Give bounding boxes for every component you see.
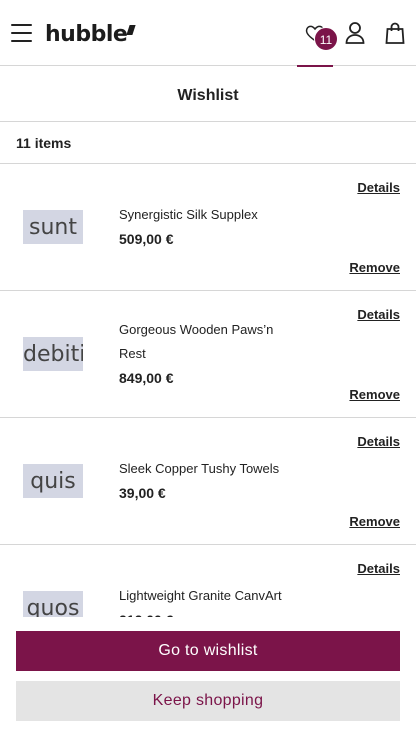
list-item: Details sunt Synergistic Silk Supplex 50… (0, 164, 416, 291)
product-price: 509,00 € (119, 231, 174, 247)
keep-shopping-button[interactable]: Keep shopping (16, 681, 400, 721)
logo-text: hubble (45, 22, 128, 47)
page-title: Wishlist (177, 87, 239, 104)
cart-button[interactable] (385, 22, 405, 44)
details-link[interactable]: Details (357, 561, 400, 576)
wishlist-footer: Go to wishlist Keep shopping (0, 617, 416, 738)
product-thumbnail[interactable]: debitis (23, 337, 83, 371)
details-link[interactable]: Details (357, 180, 400, 195)
go-to-wishlist-button[interactable]: Go to wishlist (16, 631, 400, 671)
product-name[interactable]: Sleek Copper Tushy Towels (119, 457, 289, 481)
wishlist-items: Details sunt Synergistic Silk Supplex 50… (0, 164, 416, 672)
wishlist-button[interactable]: 11 (297, 0, 338, 67)
logo-mark (126, 25, 136, 35)
account-button[interactable] (345, 22, 365, 44)
product-thumbnail[interactable]: sunt (23, 210, 83, 244)
remove-link[interactable]: Remove (349, 260, 400, 275)
details-link[interactable]: Details (357, 307, 400, 322)
product-price: 849,00 € (119, 370, 174, 386)
user-icon (345, 22, 365, 44)
remove-link[interactable]: Remove (349, 514, 400, 529)
product-price: 39,00 € (119, 485, 166, 501)
details-link[interactable]: Details (357, 434, 400, 449)
page-title-bar: Wishlist (0, 67, 416, 122)
list-item: Details debitis Gorgeous Wooden Paws’n R… (0, 291, 416, 418)
wishlist-count-badge: 11 (314, 27, 338, 51)
menu-icon[interactable] (11, 24, 32, 43)
remove-link[interactable]: Remove (349, 387, 400, 402)
product-thumbnail[interactable]: quis (23, 464, 83, 498)
site-header: hubble 11 (0, 0, 416, 67)
item-count-bar: 11 items (0, 122, 416, 164)
logo[interactable]: hubble (45, 22, 136, 47)
list-item: Details quis Sleek Copper Tushy Towels 3… (0, 418, 416, 545)
product-name[interactable]: Synergistic Silk Supplex (119, 203, 284, 227)
shopping-bag-icon (385, 22, 405, 44)
item-count: 11 items (16, 135, 72, 151)
product-name[interactable]: Gorgeous Wooden Paws’n Rest (119, 318, 279, 366)
product-name[interactable]: Lightweight Granite CanvArt (119, 584, 299, 608)
